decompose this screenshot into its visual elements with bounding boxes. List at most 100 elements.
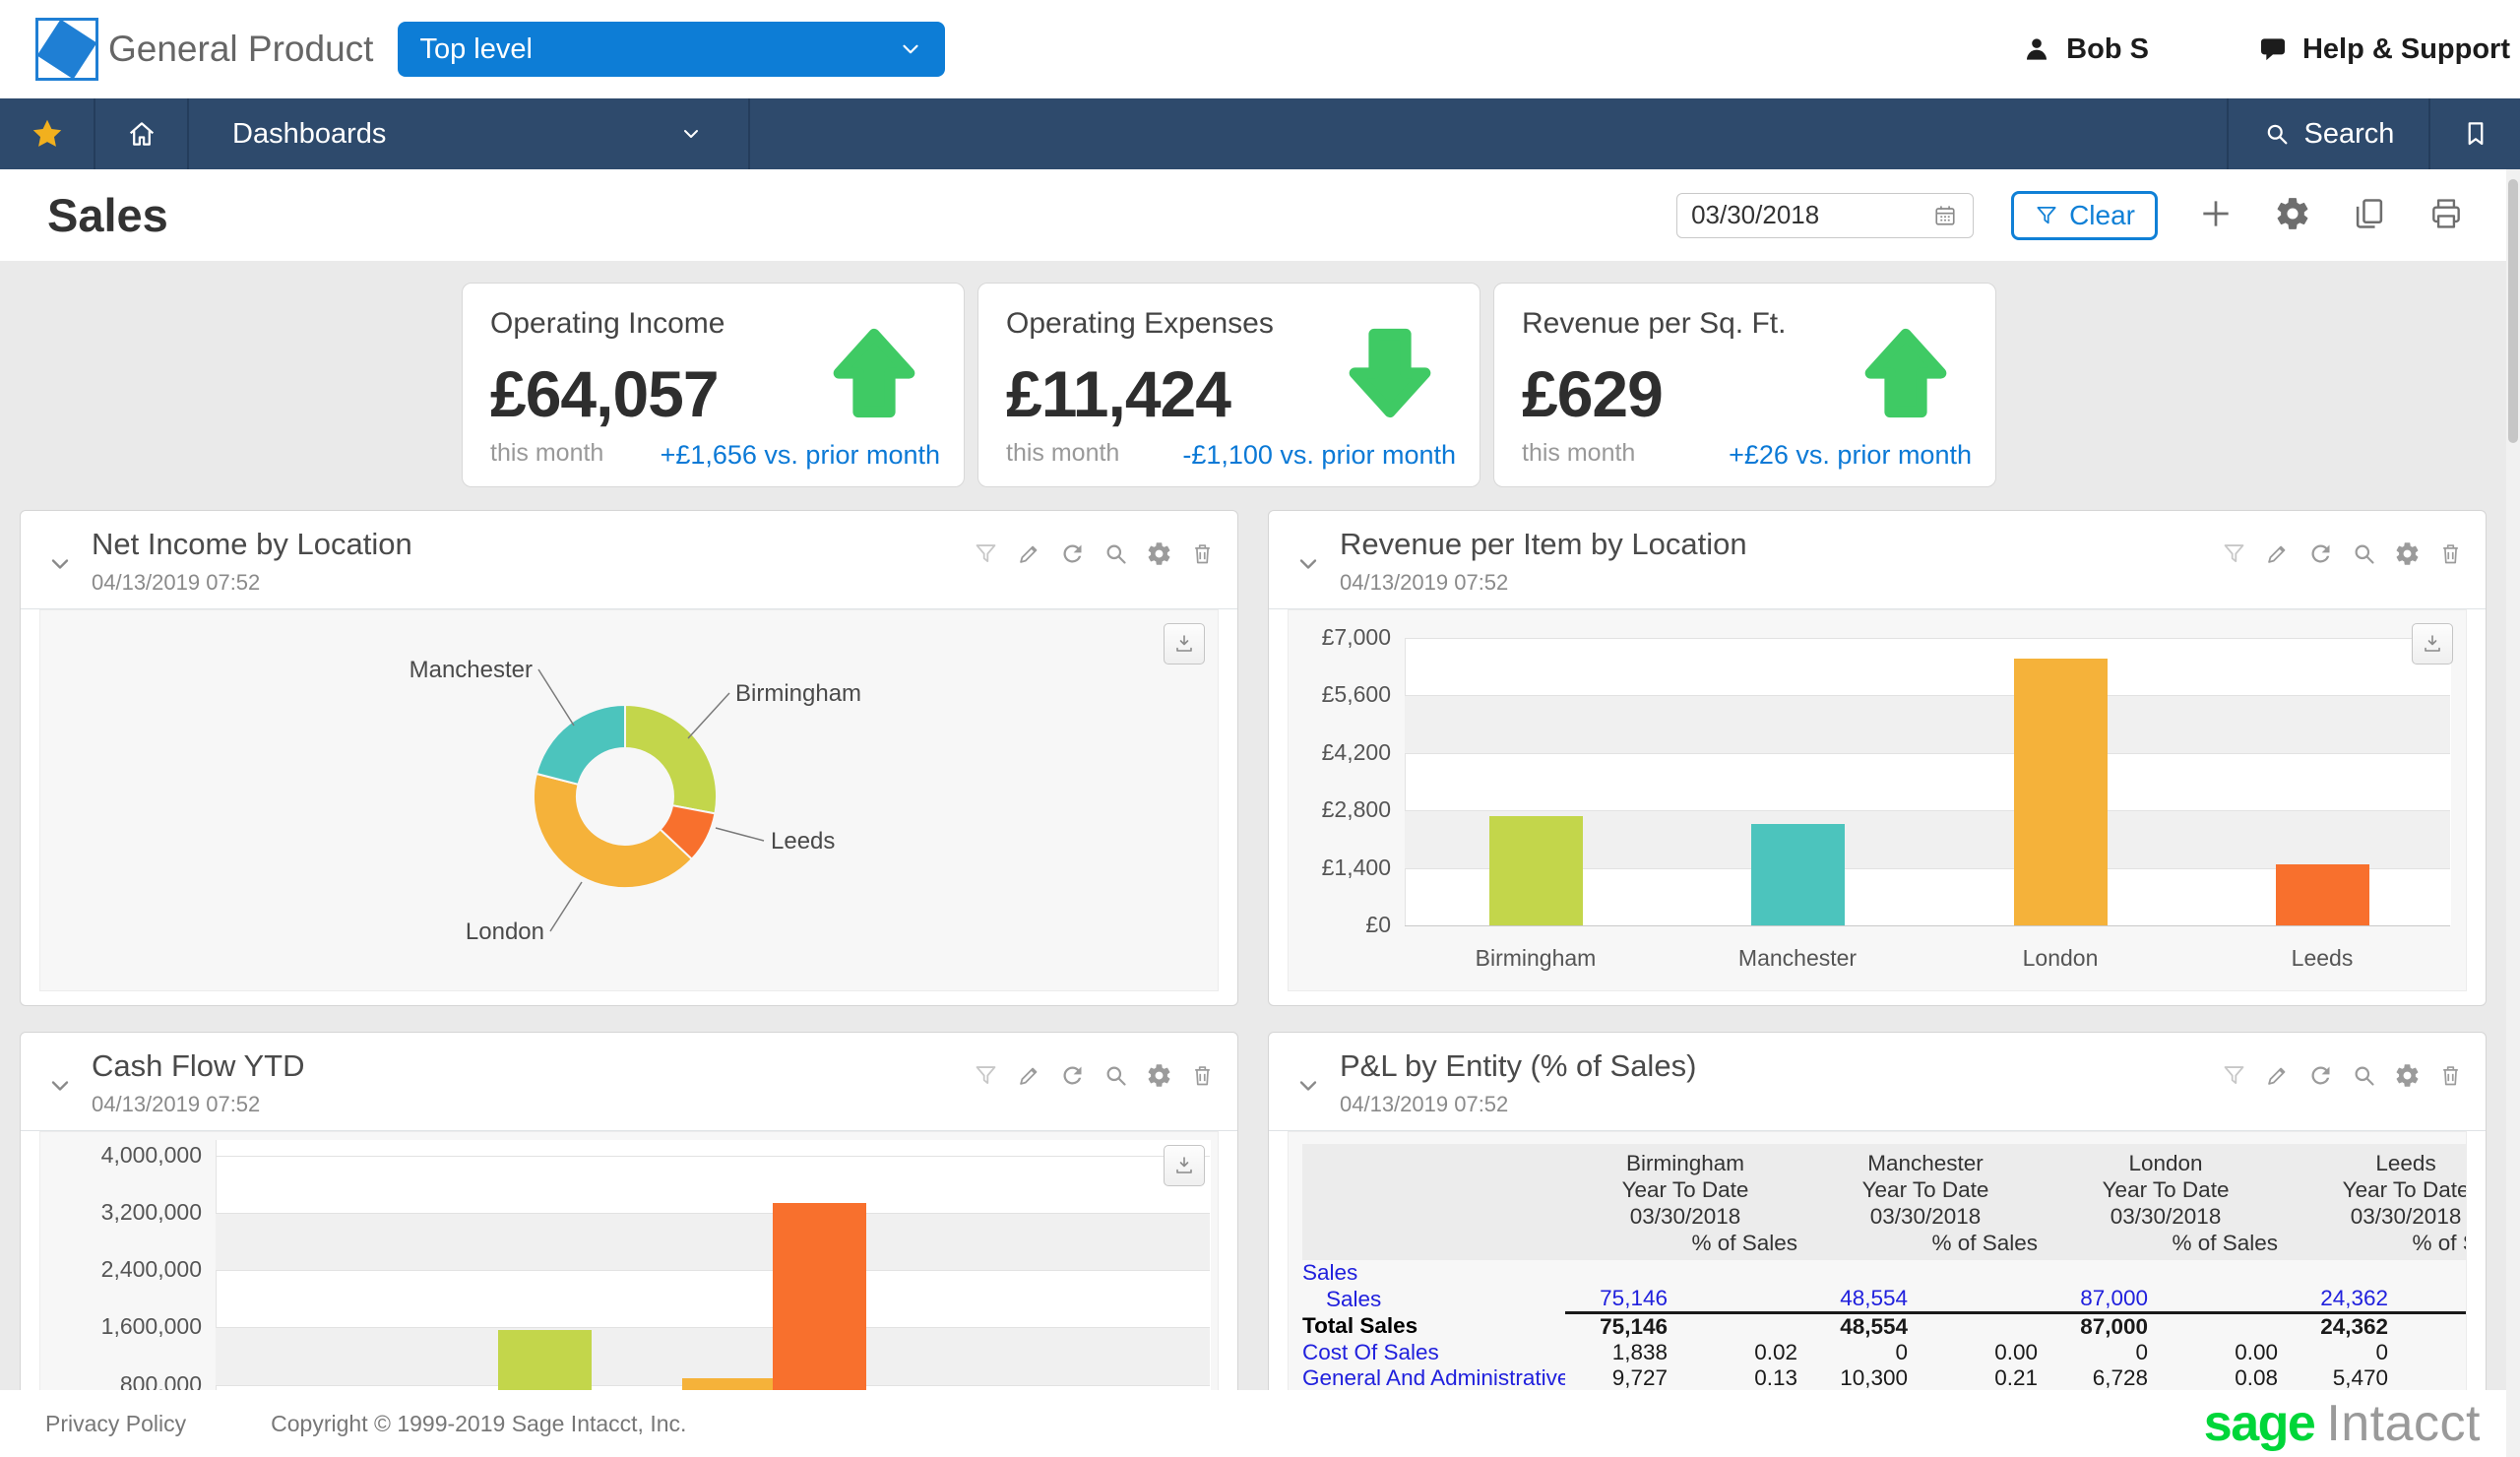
copy-dashboard-button[interactable] — [2351, 195, 2388, 235]
title-actions: 03/30/2018 Clear — [1676, 190, 2465, 240]
pnl-row-label[interactable]: General And Administrative — [1302, 1365, 1565, 1390]
pnl-cell: 10,300 — [1840, 1365, 1909, 1390]
widget-delete-icon[interactable] — [2437, 1062, 2464, 1094]
pnl-cell: 9,727 — [1611, 1365, 1668, 1390]
chevron-down-icon — [1294, 550, 1322, 578]
pnl-cell — [1675, 1260, 1805, 1286]
widget-zoom-icon[interactable] — [2351, 1062, 2377, 1094]
widget-zoom-icon[interactable] — [1102, 540, 1129, 572]
collapse-widget-button[interactable] — [46, 550, 74, 583]
favorites-button[interactable] — [0, 98, 94, 169]
widget-filter-icon[interactable] — [973, 540, 999, 572]
widget-edit-icon[interactable] — [2264, 1062, 2291, 1094]
dashboard-settings-button[interactable] — [2274, 195, 2311, 235]
chevron-down-icon — [1294, 1072, 1322, 1100]
pnl-cell[interactable]: 75,146 — [1565, 1286, 1675, 1314]
pnl-cell[interactable]: 24,362 — [2286, 1286, 2397, 1314]
download-chart-button[interactable] — [1164, 1145, 1205, 1186]
collapse-widget-button[interactable] — [46, 1072, 74, 1105]
privacy-policy-link[interactable]: Privacy Policy — [45, 1411, 186, 1437]
widget-settings-icon[interactable] — [2394, 540, 2421, 572]
user-name: Bob S — [2066, 32, 2149, 65]
widget-settings-icon[interactable] — [1146, 1062, 1172, 1094]
widget-settings-icon[interactable] — [1146, 540, 1172, 572]
pnl-cell: 0.00 — [1994, 1340, 2039, 1364]
help-support-menu[interactable]: Help & Support — [2257, 33, 2510, 66]
pnl-cell — [2046, 1260, 2156, 1286]
y-axis-tick: £2,800 — [1321, 796, 1391, 823]
collapse-widget-button[interactable] — [1294, 1072, 1322, 1105]
widget-edit-icon[interactable] — [2264, 540, 2291, 572]
pnl-row-label[interactable]: Cost Of Sales — [1302, 1340, 1565, 1365]
entity-selector-dropdown[interactable]: Top level — [398, 22, 946, 77]
sage-logo-text: sage — [2203, 1395, 2316, 1452]
widget-edit-icon[interactable] — [1016, 540, 1042, 572]
download-chart-button[interactable] — [1164, 623, 1205, 665]
widget-refresh-icon[interactable] — [1059, 1062, 1086, 1094]
pnl-cell: 0.21 — [1994, 1365, 2039, 1390]
date-filter-input[interactable]: 03/30/2018 — [1676, 192, 1975, 238]
collapse-widget-button[interactable] — [1294, 550, 1322, 583]
widget-zoom-icon[interactable] — [2351, 540, 2377, 572]
pnl-header-empty — [1302, 1144, 1565, 1260]
download-chart-button[interactable] — [2412, 623, 2453, 665]
grid-band — [216, 1327, 1210, 1385]
plus-icon — [2197, 195, 2235, 232]
home-button[interactable] — [95, 98, 187, 169]
pnl-row-label[interactable]: Sales — [1302, 1286, 1565, 1313]
pnl-cell: 5,470 — [2332, 1365, 2389, 1390]
pnl-column-group-header: London Year To Date 03/30/2018% of Sales — [2046, 1144, 2287, 1260]
bookmark-button[interactable] — [2430, 98, 2520, 169]
copy-icon — [2351, 195, 2388, 232]
page-scrollbar-thumb[interactable] — [2508, 179, 2518, 443]
user-menu[interactable]: Bob S — [2021, 33, 2149, 66]
svg-text:Manchester: Manchester — [410, 657, 533, 683]
y-axis-tick: 800,000 — [119, 1370, 202, 1390]
company-name: General Product — [108, 29, 374, 69]
widget-delete-icon[interactable] — [1189, 1062, 1216, 1094]
pnl-cell[interactable]: 87,000 — [2046, 1286, 2157, 1314]
widget-pnl-by-entity: P&L by Entity (% of Sales) 04/13/2019 07… — [1268, 1032, 2487, 1390]
widget-edit-icon[interactable] — [1016, 1062, 1042, 1094]
pnl-row-label[interactable]: Sales — [1302, 1260, 1565, 1286]
widget-refresh-icon[interactable] — [2307, 540, 2334, 572]
y-axis-tick: 3,200,000 — [100, 1198, 202, 1225]
search-button[interactable]: Search — [2229, 98, 2428, 169]
widget-settings-icon[interactable] — [2394, 1062, 2421, 1094]
widget-filter-icon[interactable] — [973, 1062, 999, 1094]
widget-header: Cash Flow YTD 04/13/2019 07:52 — [21, 1033, 1237, 1131]
pnl-table: Birmingham Year To Date 03/30/2018% of Sal… — [1302, 1144, 2466, 1390]
widget-filter-icon[interactable] — [2221, 540, 2247, 572]
pnl-cell — [1916, 1260, 2046, 1286]
x-axis-category-label: Manchester — [1737, 945, 1858, 971]
pnl-cell[interactable]: 48,554 — [1805, 1286, 1917, 1314]
dashboards-menu[interactable]: Dashboards — [189, 98, 748, 169]
grid-band — [216, 1212, 1210, 1271]
pnl-cell — [2396, 1260, 2466, 1286]
clear-filter-button[interactable]: Clear — [2011, 190, 2158, 240]
gridline — [1405, 638, 2450, 639]
pnl-row: Sales — [1302, 1260, 2466, 1286]
gridline — [1405, 695, 2450, 697]
kpi-card-row: Operating Income £64,057 this month +£1,… — [462, 283, 1996, 487]
widget-zoom-icon[interactable] — [1102, 1062, 1129, 1094]
printer-icon — [2427, 195, 2465, 232]
widget-refresh-icon[interactable] — [1059, 540, 1086, 572]
y-axis-tick: 2,400,000 — [100, 1256, 202, 1283]
widget-filter-icon[interactable] — [2221, 1062, 2247, 1094]
widget-refresh-icon[interactable] — [2307, 1062, 2334, 1094]
trend-up-arrow-icon — [1859, 327, 1952, 419]
dashboards-menu-label: Dashboards — [232, 117, 387, 150]
filter-funnel-icon — [2034, 203, 2059, 228]
widget-delete-icon[interactable] — [2437, 540, 2464, 572]
widget-delete-icon[interactable] — [1189, 540, 1216, 572]
pnl-cell: 0.08 — [2235, 1365, 2279, 1390]
page-scrollbar-track[interactable] — [2506, 169, 2520, 1457]
print-button[interactable] — [2427, 195, 2465, 235]
widget-net-income-by-location: Net Income by Location 04/13/2019 07:52 … — [20, 510, 1238, 1006]
bar — [1488, 816, 1583, 925]
add-component-button[interactable] — [2197, 195, 2235, 235]
date-filter-value: 03/30/2018 — [1691, 200, 1820, 229]
top-right-menu: Bob S Help & Support — [2021, 33, 2510, 66]
